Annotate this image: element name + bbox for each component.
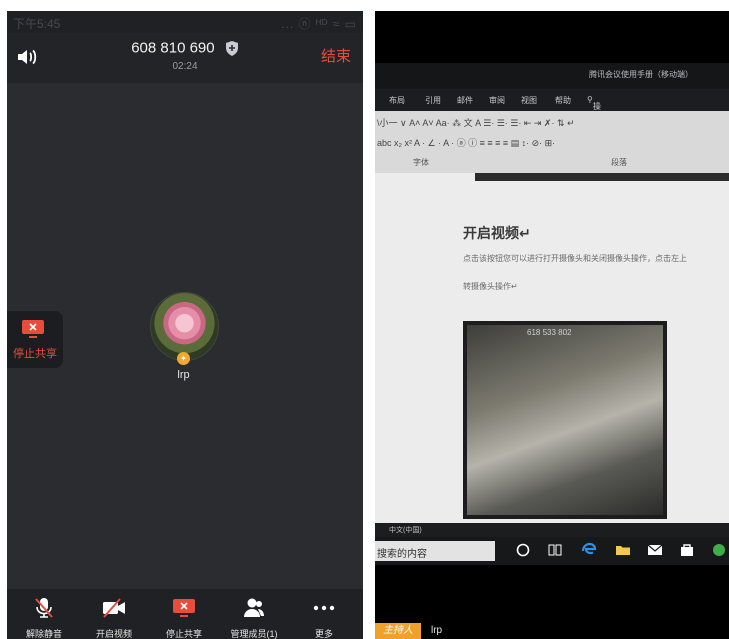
- task-view-icon: [548, 544, 562, 556]
- doc-paragraph: 转摄像头操作↵: [463, 282, 518, 291]
- ribbon-tabs: 布局 引用 邮件 审阅 视图 帮助 ⚲ 操作说明搜索: [375, 89, 729, 166]
- screen-share-icon: [22, 320, 44, 338]
- meeting-toolbar: 解除静音 开启视频 停止共享 管理成员(1) 更多: [7, 589, 363, 639]
- shared-screen-view: 腾讯会议使用手册（移动端） 布局 引用 邮件 审阅 视图 帮助 ⚲ 操作说明搜索…: [375, 11, 729, 639]
- screen-share-icon: [173, 599, 195, 617]
- more-button[interactable]: 更多: [289, 589, 359, 639]
- doc-titlebar: 腾讯会议使用手册（移动端）: [375, 63, 729, 89]
- floating-stop-share-button[interactable]: 停止共享: [7, 311, 63, 368]
- meeting-id[interactable]: 608 810 690: [7, 39, 363, 57]
- meeting-id-text: 608 810 690: [131, 39, 215, 57]
- host-badge: 主持人: [375, 623, 421, 639]
- doc-divider: [475, 173, 729, 181]
- document-page: 开启视频↵ 点击该按钮您可以进行打开摄像头和关闭摄像头操作，点击左上 转摄像头操…: [375, 173, 729, 523]
- ribbon-tab: 帮助: [555, 96, 571, 105]
- language-bar: 中文(中国): [375, 523, 729, 537]
- ribbon-row-1: \小一 ∨ A˄ A˅ Aa· ⁂ 文 A ☰· ☰· ☰· ⇤ ⇥ ✗· ⇅ …: [377, 118, 575, 128]
- windows-taskbar: 搜索的内容: [375, 537, 729, 565]
- cortana-icon: [516, 543, 530, 557]
- ribbon-tab: 引用: [425, 96, 441, 105]
- meeting-timer: 02:24: [172, 61, 198, 72]
- stop-share-button[interactable]: 停止共享: [149, 589, 219, 639]
- ribbon-tab: 视图: [521, 96, 537, 105]
- participant-name: lrp: [177, 369, 190, 381]
- ribbon-tab: 邮件: [457, 96, 473, 105]
- video-off-icon: [103, 598, 125, 618]
- store-icon: [681, 544, 693, 556]
- end-meeting-button[interactable]: 结束: [321, 45, 351, 66]
- presenter-name: lrp: [431, 625, 443, 636]
- unmute-button[interactable]: 解除静音: [9, 589, 79, 639]
- start-video-button[interactable]: 开启视频: [79, 589, 149, 639]
- members-icon: [244, 598, 264, 617]
- meeting-header: 608 810 690 02:24 结束: [7, 33, 363, 83]
- mic-muted-icon: [35, 598, 53, 618]
- folder-icon: [616, 546, 630, 555]
- start-video-label: 开启视频: [95, 629, 132, 639]
- shield-icon: [225, 40, 238, 56]
- mail-icon: [647, 544, 663, 555]
- ribbon-tab: 审阅: [489, 96, 505, 105]
- status-bar: 下午5:45 ... ⓝ ᴴᴰ ≈ ▭: [7, 11, 363, 33]
- ribbon: \小一 ∨ A˄ A˅ Aa· ⁂ 文 A ☰· ☰· ☰· ⇤ ⇥ ✗· ⇅ …: [375, 111, 729, 173]
- doc-heading: 开启视频↵: [463, 225, 531, 241]
- shared-screen-content: 腾讯会议使用手册（移动端） 布局 引用 邮件 审阅 视图 帮助 ⚲ 操作说明搜索…: [375, 63, 729, 565]
- taskbar-search: 搜索的内容: [375, 541, 495, 561]
- embedded-screenshot: 618 533 802: [463, 321, 667, 519]
- stop-share-label: 停止共享: [165, 629, 202, 639]
- taskbar-search-text: 搜索的内容: [377, 549, 427, 560]
- doc-title: 腾讯会议使用手册（移动端）: [589, 70, 693, 79]
- app-icon: [713, 544, 725, 556]
- unmute-label: 解除静音: [25, 629, 62, 639]
- ribbon-row-2: abc x₂ x² A · ∠ · A · ⓐ ⓘ ≡ ≡ ≡ ≡ ▤ ↕· ⊘…: [377, 138, 556, 148]
- manage-members-label: 管理成员(1): [230, 629, 278, 639]
- status-icons: ... ⓝ ᴴᴰ ≈ ▭: [281, 17, 357, 31]
- more-label: 更多: [314, 629, 333, 639]
- floating-stop-share-label: 停止共享: [13, 348, 57, 360]
- doc-paragraph: 点击该按钮您可以进行打开摄像头和关闭摄像头操作，点击左上: [463, 254, 687, 263]
- ribbon-group-font: 字体: [413, 158, 429, 167]
- ribbon-tab: 布局: [389, 96, 405, 105]
- embedded-meeting-id: 618 533 802: [527, 328, 572, 337]
- ribbon-search: ⚲ 操作说明搜索: [587, 95, 601, 166]
- meeting-screen: 下午5:45 ... ⓝ ᴴᴰ ≈ ▭ 608 810 690 02:24 结束…: [7, 11, 363, 639]
- more-icon: [313, 605, 335, 611]
- status-time: 下午5:45: [13, 17, 61, 31]
- presenter-label: 主持人 lrp: [375, 615, 729, 639]
- language-label: 中文(中国): [389, 527, 422, 534]
- ribbon-group-paragraph: 段落: [611, 158, 627, 167]
- edge-icon: [581, 542, 597, 555]
- host-badge-icon: ✦: [177, 352, 190, 365]
- manage-members-button[interactable]: 管理成员(1): [219, 589, 289, 639]
- avatar[interactable]: [150, 292, 219, 361]
